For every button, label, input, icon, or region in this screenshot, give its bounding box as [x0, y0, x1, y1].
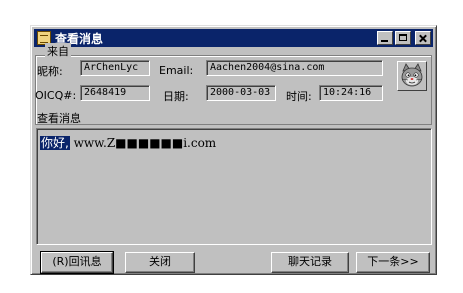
- message-greeting-selected: 你好,: [40, 136, 70, 150]
- date-field[interactable]: 2000-03-03: [206, 85, 276, 101]
- sender-avatar[interactable]: [397, 61, 427, 91]
- cat-face-avatar-icon: [401, 63, 423, 87]
- title-bar[interactable]: 查看消息: [34, 29, 433, 47]
- minimize-button[interactable]: [377, 31, 393, 45]
- nickname-field[interactable]: ArChenLyc: [80, 60, 150, 76]
- message-section-label: 查看消息: [37, 112, 81, 125]
- time-field[interactable]: 10:24:16: [319, 85, 383, 101]
- window-controls: [377, 31, 431, 45]
- message-body[interactable]: 你好, www.Z■■■■■■i.com: [36, 128, 432, 245]
- message-window: 查看消息 来自 昵称: ArChenLyc Email: Aachen2004@…: [30, 25, 437, 275]
- sender-group-label: 来自: [45, 43, 71, 59]
- close-window-button[interactable]: [415, 31, 431, 45]
- oicq-field[interactable]: 2648419: [80, 85, 150, 101]
- email-label: Email:: [159, 64, 194, 77]
- reply-button[interactable]: (R)回讯息: [40, 251, 114, 274]
- maximize-button[interactable]: [395, 31, 411, 45]
- close-button[interactable]: 关闭: [125, 252, 195, 273]
- chat-log-button[interactable]: 聊天记录: [271, 252, 349, 273]
- message-url-text: www.Z■■■■■■i.com: [69, 136, 217, 150]
- next-message-button[interactable]: 下一条>>: [356, 252, 430, 273]
- oicq-label: OICQ#:: [35, 89, 77, 102]
- email-field[interactable]: Aachen2004@sina.com: [206, 60, 383, 76]
- message-line: 你好, www.Z■■■■■■i.com: [40, 134, 216, 151]
- time-label: 时间:: [286, 90, 312, 103]
- nickname-label: 昵称:: [37, 65, 63, 78]
- date-label: 日期:: [163, 90, 189, 103]
